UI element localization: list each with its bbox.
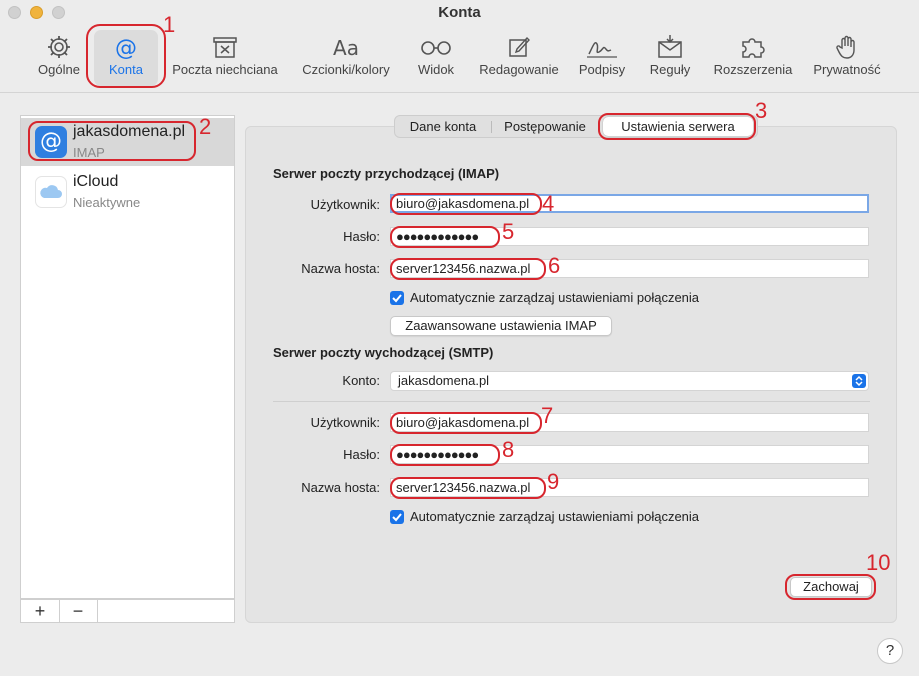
tab-dane-konta[interactable]: Dane konta xyxy=(395,116,491,137)
annotation-ring xyxy=(390,477,546,499)
incoming-auto-checkbox[interactable] xyxy=(390,291,404,305)
junk-bin-icon xyxy=(213,37,237,58)
account-icloud[interactable]: iCloud Nieaktywne xyxy=(21,168,234,216)
annotation-number: 1 xyxy=(163,12,176,37)
toolbar-reguly[interactable]: Reguły xyxy=(644,30,696,86)
toolbar-label: Podpisy xyxy=(578,62,626,77)
incoming-host-label: Nazwa hosta: xyxy=(301,261,380,276)
annotation-number: 4 xyxy=(542,191,555,216)
outgoing-account-select[interactable]: jakasdomena.pl xyxy=(390,371,869,391)
svg-text:Aa: Aa xyxy=(333,36,359,60)
outgoing-section-title: Serwer poczty wychodzącej (SMTP) xyxy=(273,345,494,360)
annotation-number: 8 xyxy=(502,437,515,462)
toolbar-label: Rozszerzenia xyxy=(713,62,793,77)
annotation-ring xyxy=(785,574,876,600)
cloud-icon xyxy=(35,176,67,208)
outgoing-user-label: Użytkownik: xyxy=(310,415,380,430)
window-title: Konta xyxy=(438,4,481,21)
incoming-password-label: Hasło: xyxy=(343,229,380,244)
annotation-number: 6 xyxy=(548,253,561,278)
toolbar-rozszerzenia[interactable]: Rozszerzenia xyxy=(709,30,797,86)
help-button[interactable]: ? xyxy=(877,638,903,664)
annotation-ring xyxy=(390,444,500,466)
toolbar-prywatnosc[interactable]: Prywatność xyxy=(808,30,886,86)
annotation-number: 2 xyxy=(199,114,212,139)
checkmark-icon xyxy=(392,513,402,522)
incoming-user-label: Użytkownik: xyxy=(310,197,380,212)
annotation-number: 9 xyxy=(547,469,560,494)
fonts-icon: Aa xyxy=(333,36,359,60)
annotation-ring xyxy=(390,412,542,434)
toolbar-label: Ogólne xyxy=(38,62,80,77)
annotation-number: 5 xyxy=(502,219,515,244)
annotation-number: 10 xyxy=(866,550,891,575)
incoming-section-title: Serwer poczty przychodzącej (IMAP) xyxy=(273,166,500,181)
annotation-ring xyxy=(390,226,500,248)
rules-envelope-icon xyxy=(658,35,682,58)
toolbar-label: Czcionki/kolory xyxy=(302,62,390,77)
annotation-ring xyxy=(390,258,546,280)
hand-icon xyxy=(836,35,855,59)
accounts-list[interactable]: @ jakasdomena.pl IMAP iCloud Nieaktywne xyxy=(20,115,235,599)
account-name: iCloud xyxy=(73,173,119,190)
puzzle-icon xyxy=(742,38,765,58)
toolbar-redagowanie[interactable]: Redagowanie xyxy=(476,30,562,86)
chevron-updown-icon xyxy=(852,374,866,388)
toolbar-ogolne[interactable]: Ogólne xyxy=(32,30,86,86)
tab-postepowanie[interactable]: Postępowanie xyxy=(495,116,595,137)
outgoing-account-value: jakasdomena.pl xyxy=(398,373,490,388)
annotation-ring xyxy=(390,193,542,215)
toolbar-czcionki-kolory[interactable]: Aa Czcionki/kolory xyxy=(296,30,396,86)
toolbar-widok[interactable]: Widok xyxy=(410,30,462,86)
annotation-ring xyxy=(598,113,756,140)
annotation-ring xyxy=(86,24,166,88)
accounts-list-controls: + − xyxy=(20,599,235,623)
toolbar-label: Reguły xyxy=(649,62,691,77)
outgoing-host-label: Nazwa hosta: xyxy=(301,480,380,495)
outgoing-auto-label: Automatycznie zarządzaj ustawieniami poł… xyxy=(410,509,700,524)
outgoing-password-label: Hasło: xyxy=(343,447,380,462)
annotation-ring xyxy=(28,121,196,161)
toolbar-divider xyxy=(0,92,919,93)
account-type: Nieaktywne xyxy=(73,195,141,210)
toolbar-label: Redagowanie xyxy=(479,62,559,77)
tab-separator xyxy=(491,121,492,133)
signature-icon xyxy=(587,42,617,58)
checkmark-icon xyxy=(392,294,402,303)
compose-icon xyxy=(509,36,530,57)
remove-account-button[interactable]: − xyxy=(59,600,98,622)
advanced-imap-button[interactable]: Zaawansowane ustawienia IMAP xyxy=(390,316,612,336)
gear-icon xyxy=(48,36,70,58)
toolbar-podpisy[interactable]: Podpisy xyxy=(574,30,630,86)
section-separator xyxy=(273,401,870,402)
annotation-number: 7 xyxy=(541,403,554,428)
toolbar-poczta-niechciana[interactable]: Poczta niechciana xyxy=(167,30,283,86)
toolbar-label: Prywatność xyxy=(813,62,881,77)
glasses-icon xyxy=(421,41,451,55)
outgoing-account-label: Konto: xyxy=(342,373,380,388)
toolbar-label: Widok xyxy=(417,62,455,77)
incoming-auto-label: Automatycznie zarządzaj ustawieniami poł… xyxy=(410,290,700,305)
outgoing-auto-checkbox[interactable] xyxy=(390,510,404,524)
add-account-button[interactable]: + xyxy=(21,600,60,622)
annotation-number: 3 xyxy=(755,98,768,123)
toolbar-label: Poczta niechciana xyxy=(172,62,278,77)
